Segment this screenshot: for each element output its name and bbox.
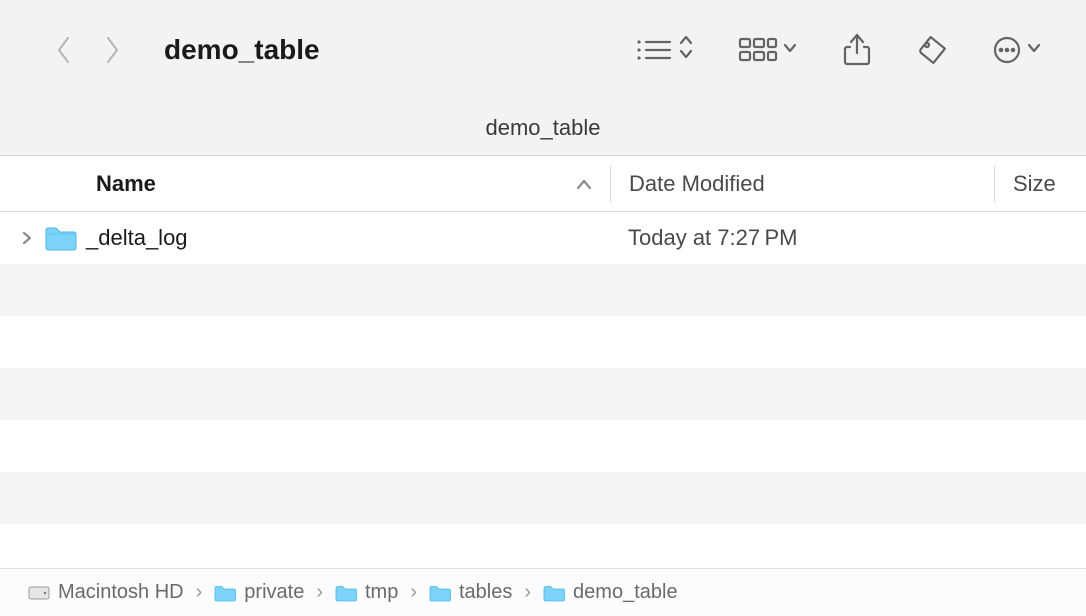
path-segment[interactable]: demo_table xyxy=(543,581,678,604)
list-icon xyxy=(634,36,674,64)
chevron-right-icon xyxy=(103,35,121,65)
column-header-date-label: Date Modified xyxy=(629,171,765,197)
chevron-down-icon xyxy=(1026,39,1042,62)
path-separator-icon: › xyxy=(522,581,533,604)
chevron-down-icon xyxy=(782,39,798,62)
grid-group-icon xyxy=(738,36,778,64)
path-segment[interactable]: private xyxy=(214,581,304,604)
column-header-name[interactable]: Name xyxy=(0,171,610,197)
window-title: demo_table xyxy=(164,34,320,66)
ellipsis-circle-icon xyxy=(992,35,1022,65)
chevron-left-icon xyxy=(55,35,73,65)
toolbar: demo_table xyxy=(0,0,1086,100)
empty-row xyxy=(0,316,1086,368)
empty-row xyxy=(0,420,1086,472)
empty-row xyxy=(0,264,1086,316)
path-label: Macintosh HD xyxy=(58,581,184,604)
up-down-icon xyxy=(678,34,694,66)
sort-ascending-icon xyxy=(576,171,592,197)
empty-row xyxy=(0,472,1086,524)
folder-icon xyxy=(543,584,565,602)
column-header-size[interactable]: Size xyxy=(994,166,1086,202)
path-label: demo_table xyxy=(573,581,678,604)
tab-title-bar: demo_table xyxy=(0,100,1086,156)
column-header-row: Name Date Modified Size xyxy=(0,156,1086,212)
tags-button[interactable] xyxy=(916,34,948,66)
column-header-date[interactable]: Date Modified xyxy=(610,166,994,202)
path-separator-icon: › xyxy=(408,581,419,604)
view-list-button[interactable] xyxy=(634,34,694,66)
file-name: _delta_log xyxy=(86,225,188,251)
tag-icon xyxy=(916,34,948,66)
path-separator-icon: › xyxy=(194,581,205,604)
path-segment[interactable]: tmp xyxy=(335,581,398,604)
disclosure-triangle[interactable] xyxy=(18,231,36,245)
empty-row xyxy=(0,368,1086,420)
more-actions-button[interactable] xyxy=(992,35,1042,65)
path-separator-icon: › xyxy=(314,581,325,604)
file-date: Today at 7:27 PM xyxy=(610,225,994,251)
back-button[interactable] xyxy=(52,32,76,68)
tab-title: demo_table xyxy=(486,115,601,141)
path-label: tmp xyxy=(365,581,398,604)
share-button[interactable] xyxy=(842,33,872,67)
file-list: _delta_log Today at 7:27 PM xyxy=(0,212,1086,576)
path-bar: Macintosh HD › private › tmp › tables › … xyxy=(0,568,1086,616)
group-by-button[interactable] xyxy=(738,36,798,64)
path-label: tables xyxy=(459,581,512,604)
share-icon xyxy=(842,33,872,67)
toolbar-actions xyxy=(634,33,1042,67)
forward-button[interactable] xyxy=(100,32,124,68)
column-header-name-label: Name xyxy=(96,171,156,197)
folder-icon xyxy=(429,584,451,602)
nav-group xyxy=(52,32,124,68)
path-label: private xyxy=(244,581,304,604)
hard-drive-icon xyxy=(28,582,50,604)
folder-icon xyxy=(335,584,357,602)
path-segment[interactable]: tables xyxy=(429,581,512,604)
column-header-size-label: Size xyxy=(1013,171,1056,197)
folder-icon xyxy=(214,584,236,602)
file-row[interactable]: _delta_log Today at 7:27 PM xyxy=(0,212,1086,264)
folder-icon xyxy=(44,224,78,252)
path-segment-root[interactable]: Macintosh HD xyxy=(28,581,184,604)
